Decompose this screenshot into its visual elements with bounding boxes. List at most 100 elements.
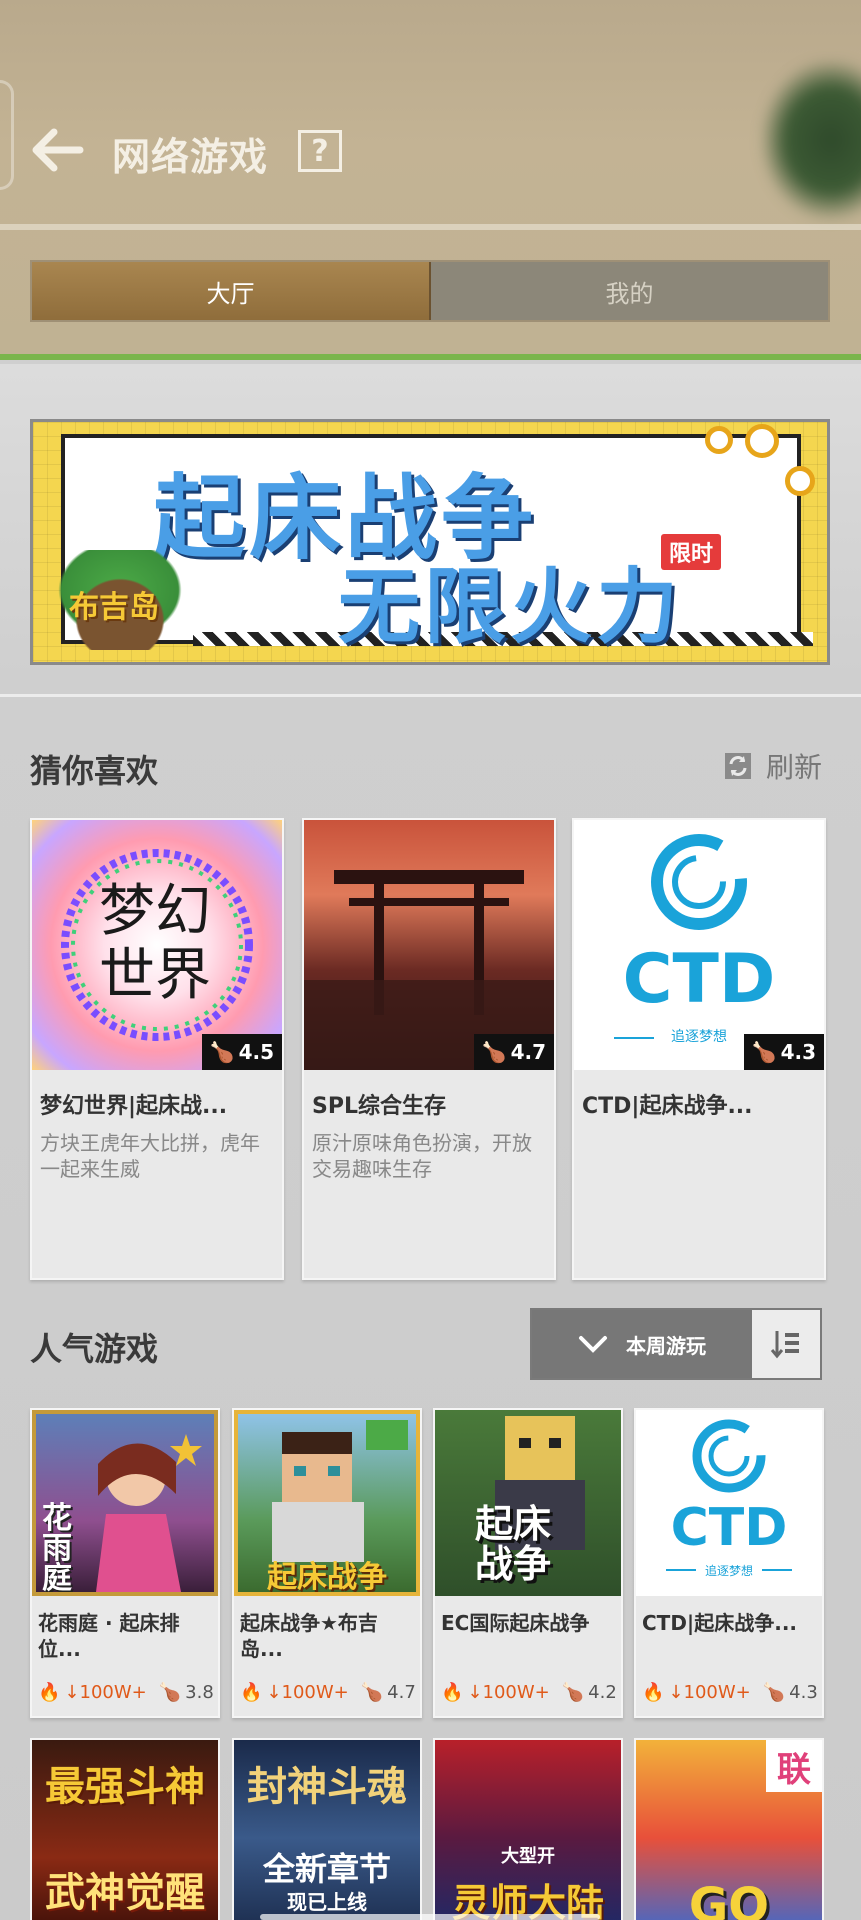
background-decoration: [0, 80, 14, 190]
art-title: 大型开: [501, 1846, 555, 1867]
game-card[interactable]: 封神斗魂 全新章节 现已上线: [232, 1738, 422, 1920]
game-thumbnail: CTD 追逐梦想: [636, 1410, 822, 1596]
game-card[interactable]: CTD 追逐梦想 CTD|起床战争... 🔥 ↓100W+ 🍗 4.3: [634, 1408, 824, 1718]
game-thumbnail: CTD 追逐梦想 🍗 4.3: [574, 820, 824, 1070]
sort-label: 本周游玩: [626, 1333, 706, 1358]
game-card[interactable]: 联 GO: [634, 1738, 824, 1920]
tab-bar: 大厅 我的: [30, 260, 830, 322]
art-title: 花雨庭: [42, 1501, 72, 1596]
art-subtitle: GO: [688, 1878, 770, 1920]
art-subtitle: 全新章节: [262, 1850, 391, 1888]
arrow-left-icon: [32, 128, 84, 172]
home-indicator[interactable]: [260, 1914, 600, 1920]
sort-order-icon: [770, 1331, 799, 1359]
art-title: CTD: [622, 940, 776, 1019]
game-description: 原汁原味角色扮演，开放交易趣味生存: [312, 1131, 532, 1181]
ring-decoration: [745, 424, 779, 458]
rating-value: 4.7: [387, 1682, 416, 1703]
game-card[interactable]: 最强斗神 武神觉醒: [30, 1738, 220, 1920]
rating-badge: 🍗 4.7: [473, 1034, 554, 1070]
game-card[interactable]: 梦幻世界 🍗 4.5 梦幻世界|起床战... 方块王虎年大比拼，虎年一起来生威: [30, 818, 284, 1280]
limited-tag: 限时: [661, 534, 722, 570]
play-count: ↓100W+: [64, 1682, 147, 1703]
art-title: 最强斗神: [45, 1764, 205, 1810]
sort-control: 本周游玩: [530, 1308, 822, 1380]
accent-bar: [0, 354, 861, 360]
header-divider: [0, 224, 861, 230]
drumstick-icon: 🍗: [360, 1682, 384, 1703]
game-stats: 🔥 ↓100W+ 🍗 3.8: [38, 1682, 214, 1703]
play-count: ↓100W+: [467, 1682, 550, 1703]
game-name: SPL综合生存: [312, 1094, 446, 1119]
chevron-down-icon: [579, 1336, 607, 1353]
rating-value: 4.2: [588, 1682, 617, 1703]
promo-banner[interactable]: 起床战争 无限火力 限时 布吉岛: [30, 419, 830, 665]
rating-badge: 🍗 4.5: [201, 1034, 282, 1070]
tab-mine[interactable]: 我的: [431, 262, 828, 320]
rating-value: 3.8: [185, 1682, 214, 1703]
ring-decoration: [705, 426, 733, 454]
header: 网络游戏 ? 大厅 我的: [0, 0, 861, 360]
drumstick-icon: 🍗: [561, 1682, 585, 1703]
help-button[interactable]: ?: [298, 130, 342, 172]
art-title: CTD: [670, 1498, 788, 1558]
popular-title: 人气游戏: [30, 1330, 159, 1368]
rating-value: 4.7: [510, 1040, 546, 1064]
art-subtitle: 追逐梦想: [704, 1564, 753, 1578]
game-thumbnail: 梦幻世界 🍗 4.5: [32, 820, 282, 1070]
refresh-label: 刷新: [766, 751, 823, 784]
collab-badge: 联: [766, 1740, 822, 1792]
game-thumbnail: 起床战争: [234, 1410, 420, 1596]
rating-badge: 🍗 4.3: [743, 1034, 824, 1070]
game-card[interactable]: 起床战争 EC国际起床战争 🔥 ↓100W+ 🍗 4.2: [433, 1408, 623, 1718]
sort-order-button[interactable]: [752, 1310, 820, 1378]
art-title: 起床战争: [267, 1560, 387, 1595]
rating-value: 4.3: [789, 1682, 818, 1703]
play-count: ↓100W+: [668, 1682, 751, 1703]
art-title: 梦幻世界: [99, 879, 211, 1008]
sort-dropdown[interactable]: 本周游玩: [532, 1310, 752, 1378]
game-description: 方块王虎年大比拼，虎年一起来生威: [40, 1131, 260, 1181]
ring-decoration: [785, 466, 815, 496]
fire-icon: 🔥: [642, 1682, 665, 1703]
game-card[interactable]: 大型开 灵师大陆: [433, 1738, 623, 1920]
rating-value: 4.3: [780, 1040, 816, 1064]
section-divider: [0, 694, 861, 697]
game-thumbnail: 花雨庭: [32, 1410, 218, 1596]
question-icon: ?: [311, 133, 329, 169]
game-card[interactable]: 🍗 4.7 SPL综合生存 原汁原味角色扮演，开放交易趣味生存: [302, 818, 556, 1280]
game-name: CTD|起床战争...: [582, 1094, 753, 1119]
refresh-button[interactable]: 刷新: [722, 746, 822, 786]
game-name: 花雨庭 · 起床排位...: [38, 1611, 180, 1661]
game-card[interactable]: 起床战争 起床战争★布吉岛... 🔥 ↓100W+ 🍗 4.7: [232, 1408, 422, 1718]
game-name: CTD|起床战争...: [642, 1611, 798, 1635]
drumstick-icon: 🍗: [751, 1040, 777, 1064]
game-name: EC国际起床战争: [441, 1611, 590, 1635]
game-stats: 🔥 ↓100W+ 🍗 4.3: [642, 1682, 818, 1703]
torii-gate-art: [304, 870, 554, 1070]
game-name: 梦幻世界|起床战...: [40, 1094, 228, 1119]
game-card[interactable]: 花雨庭 花雨庭 · 起床排位... 🔥 ↓100W+ 🍗 3.8: [30, 1408, 220, 1718]
art-subtitle: 武神觉醒: [45, 1870, 205, 1916]
drumstick-icon: 🍗: [762, 1682, 786, 1703]
fire-icon: 🔥: [38, 1682, 61, 1703]
background-tree: [761, 60, 861, 220]
game-name: 起床战争★布吉岛...: [240, 1611, 378, 1661]
drumstick-icon: 🍗: [209, 1040, 235, 1064]
fire-icon: 🔥: [240, 1682, 263, 1703]
back-button[interactable]: [28, 124, 86, 176]
art-caption: 现已上线: [287, 1890, 367, 1914]
art-title: 起床战争: [475, 1502, 552, 1586]
game-card[interactable]: CTD 追逐梦想 🍗 4.3 CTD|起床战争...: [572, 818, 826, 1280]
refresh-icon: [725, 753, 751, 779]
banner-subheadline: 无限火力: [338, 560, 683, 655]
fire-icon: 🔥: [441, 1682, 464, 1703]
drumstick-icon: 🍗: [158, 1682, 182, 1703]
game-stats: 🔥 ↓100W+ 🍗 4.7: [240, 1682, 416, 1703]
tab-lobby[interactable]: 大厅: [32, 262, 431, 320]
main-content: 起床战争 无限火力 限时 布吉岛 猜你喜欢 刷新 梦幻世界 🍗 4.5 梦幻世界…: [0, 364, 861, 1920]
game-thumbnail: 🍗 4.7: [304, 820, 554, 1070]
game-stats: 🔥 ↓100W+ 🍗 4.2: [441, 1682, 617, 1703]
drumstick-icon: 🍗: [481, 1040, 507, 1064]
play-count: ↓100W+: [266, 1682, 349, 1703]
